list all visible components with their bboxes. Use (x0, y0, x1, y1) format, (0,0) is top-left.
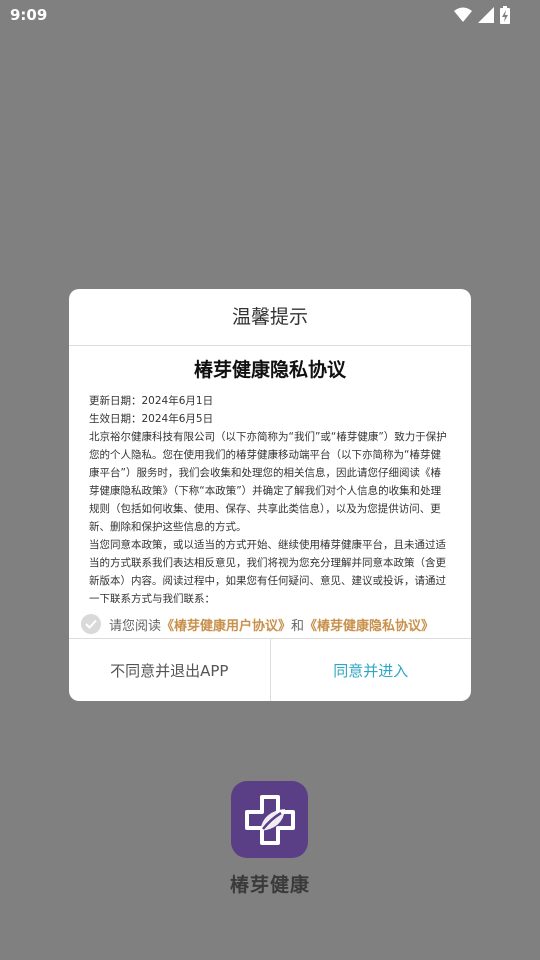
policy-update-date: 更新日期：2024年6月1日 (89, 395, 214, 407)
agree-enter-button[interactable]: 同意并进入 (271, 639, 472, 701)
policy-effective-date: 生效日期：2024年6月5日 (89, 413, 214, 425)
consent-row: 请您阅读 《椿芽健康用户协议》 和 《椿芽健康隐私协议》 (81, 611, 461, 637)
app-logo (231, 781, 308, 858)
policy-paragraph: 当您同意本政策，或以适当的方式开始、继续使用椿芽健康平台，且未通过适当的方式联系… (89, 539, 446, 603)
policy-scroll-area[interactable]: 椿芽健康隐私协议 更新日期：2024年6月1日 生效日期：2024年6月5日 北… (89, 351, 451, 603)
decline-exit-button[interactable]: 不同意并退出APP (69, 639, 271, 701)
privacy-agreement-link[interactable]: 《椿芽健康隐私协议》 (304, 615, 434, 634)
consent-and: 和 (291, 618, 305, 634)
battery-icon (500, 6, 510, 24)
status-bar: 9:09 (0, 0, 540, 32)
policy-title: 椿芽健康隐私协议 (193, 359, 346, 381)
status-time: 9:09 (10, 6, 48, 24)
app-name: 椿芽健康 (229, 874, 310, 896)
privacy-dialog: 温馨提示 椿芽健康隐私协议 更新日期：2024年6月1日 生效日期：2024年6… (69, 289, 471, 701)
user-agreement-link[interactable]: 《椿芽健康用户协议》 (161, 615, 291, 634)
consent-prefix: 请您阅读 (109, 618, 162, 634)
wifi-icon (454, 7, 472, 22)
signal-icon (478, 7, 494, 23)
check-icon (85, 619, 97, 629)
consent-checkbox[interactable] (81, 614, 101, 634)
policy-paragraph: 北京裕尔健康科技有限公司（以下亦简称为“我们”或“椿芽健康”）致力于保护您的个人… (89, 431, 447, 533)
dialog-button-row: 不同意并退出APP 同意并进入 (69, 638, 471, 701)
dialog-title: 温馨提示 (69, 289, 471, 346)
cross-leaf-icon (244, 794, 295, 845)
status-icons (454, 6, 510, 24)
